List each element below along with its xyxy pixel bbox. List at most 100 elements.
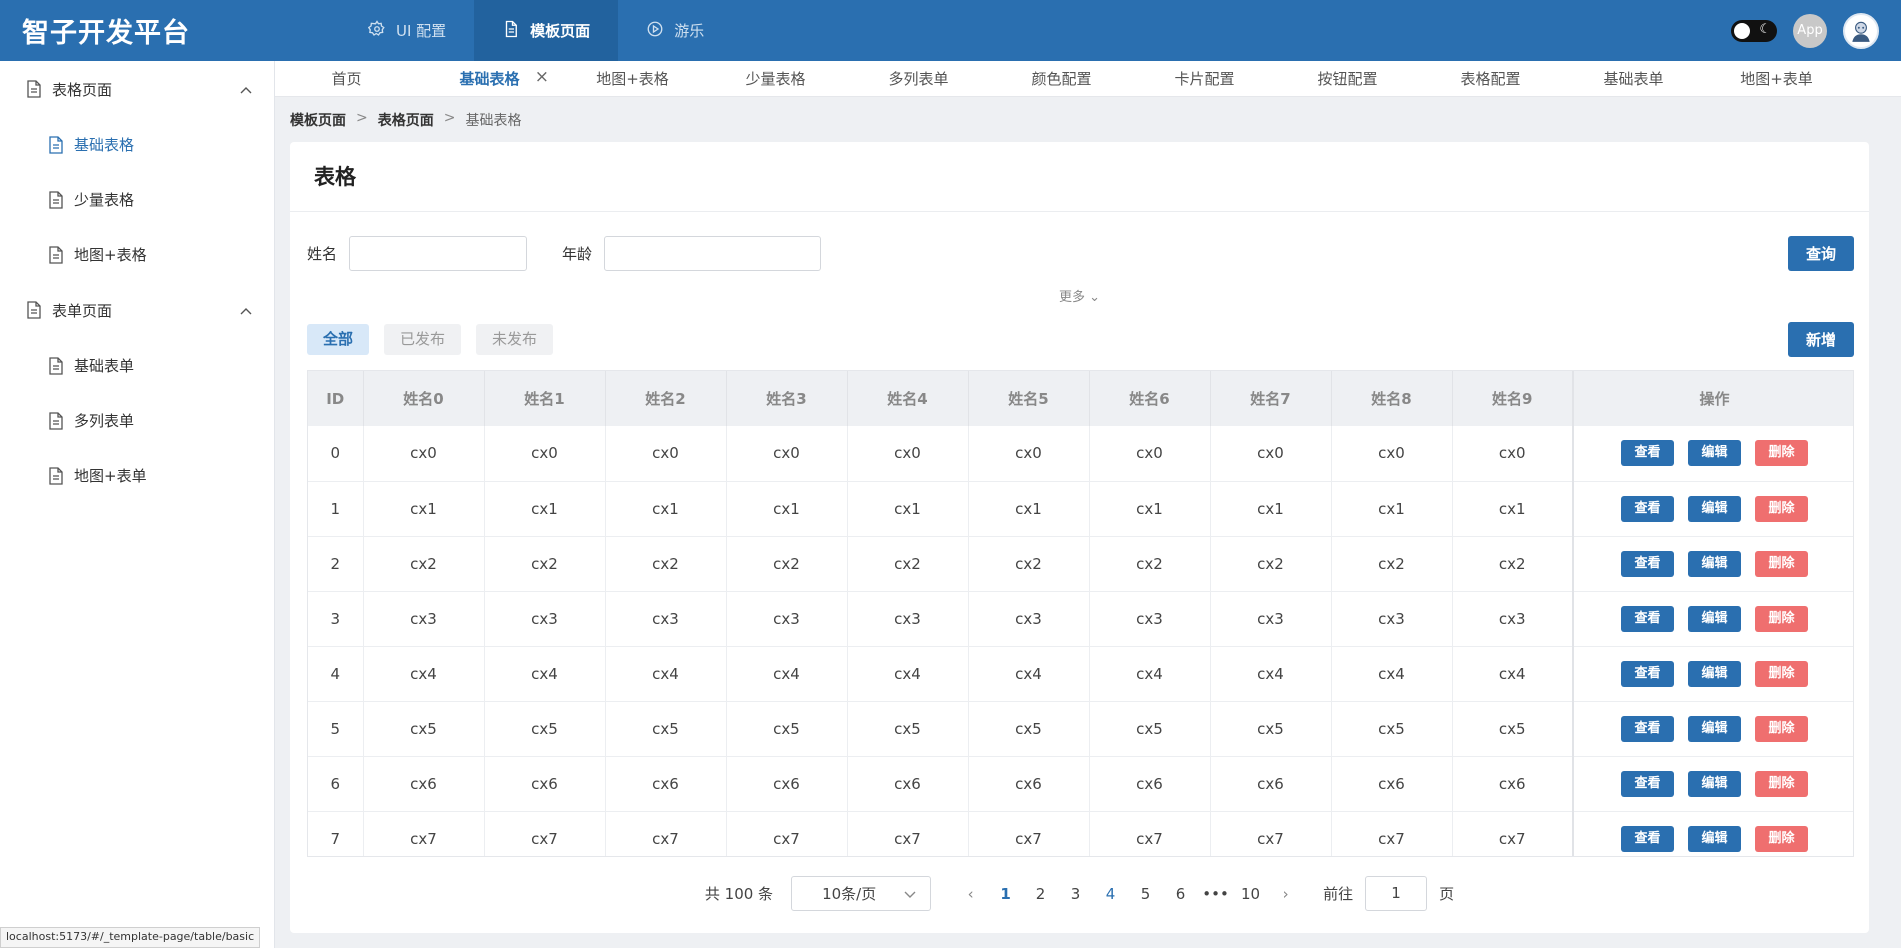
page-number[interactable]: 3 <box>1058 885 1093 903</box>
document-icon <box>49 245 63 264</box>
sidebar-item-small-table[interactable]: 少量表格 <box>0 172 274 227</box>
table-cell: cx2 <box>968 536 1090 592</box>
delete-button[interactable]: 删除 <box>1755 440 1808 467</box>
table-cell: cx3 <box>605 591 727 647</box>
status-chip-all[interactable]: 全部 <box>307 323 370 355</box>
topnav-ui-config[interactable]: UI 配置 <box>340 0 474 61</box>
table-cell: cx5 <box>726 701 848 757</box>
sidebar-item-map-form[interactable]: 地图+表单 <box>0 448 274 503</box>
brand-logo-text[interactable]: 智子开发平台 <box>0 11 340 50</box>
more-filters-toggle[interactable]: 更多 ⌄ <box>290 286 1869 305</box>
query-button[interactable]: 查询 <box>1788 235 1854 271</box>
edit-button[interactable]: 编辑 <box>1688 770 1741 797</box>
close-icon[interactable]: × <box>535 67 549 87</box>
sidebar-item-map-table[interactable]: 地图+表格 <box>0 227 274 282</box>
age-filter-input[interactable] <box>604 235 822 271</box>
delete-button[interactable]: 删除 <box>1755 825 1808 852</box>
delete-button[interactable]: 删除 <box>1755 550 1808 577</box>
breadcrumb-item[interactable]: 模板页面 <box>290 110 346 130</box>
topnav-template-pages[interactable]: 模板页面 <box>474 0 619 61</box>
delete-button[interactable]: 删除 <box>1755 770 1808 797</box>
view-button[interactable]: 查看 <box>1621 440 1674 467</box>
tab-basic-table[interactable]: 基础表格 × <box>418 67 561 89</box>
name-filter-input[interactable] <box>349 235 528 271</box>
page-number[interactable]: 4 <box>1093 885 1128 903</box>
table-row[interactable]: 7 cx7 cx7 cx7 cx7 cx7 cx7 cx7 cx7 cx7 cx7 查看 编辑 删除 <box>308 811 1853 856</box>
row-actions: 查看 编辑 删除 <box>1574 715 1853 742</box>
sidebar-item-basic-table[interactable]: 基础表格 <box>0 117 274 172</box>
view-button[interactable]: 查看 <box>1621 495 1674 522</box>
sidebar-group-forms[interactable]: 表单页面 <box>0 282 274 338</box>
view-button[interactable]: 查看 <box>1621 770 1674 797</box>
table-row[interactable]: 6 cx6 cx6 cx6 cx6 cx6 cx6 cx6 cx6 cx6 cx6 查看 编辑 删除 <box>308 756 1853 812</box>
delete-button[interactable]: 删除 <box>1755 660 1808 687</box>
tab-small-table[interactable]: 少量表格 <box>704 68 847 89</box>
page-size-select[interactable]: 10条/页 <box>791 876 932 911</box>
edit-button[interactable]: 编辑 <box>1688 825 1741 852</box>
avatar[interactable] <box>1843 12 1879 49</box>
sidebar-item-multi-column-form[interactable]: 多列表单 <box>0 393 274 448</box>
page-number[interactable]: 1 <box>988 885 1023 903</box>
page-ellipsis[interactable]: ••• <box>1198 885 1233 903</box>
theme-toggle[interactable]: ☾ <box>1731 19 1777 42</box>
table-row[interactable]: 5 cx5 cx5 cx5 cx5 cx5 cx5 cx5 cx5 cx5 cx5 查看 编辑 删除 <box>308 701 1853 757</box>
view-button[interactable]: 查看 <box>1621 825 1674 852</box>
tab-map-table[interactable]: 地图+表格 <box>561 68 704 89</box>
tab-multi-column-form[interactable]: 多列表单 <box>847 68 990 89</box>
prev-page-button[interactable]: ‹ <box>953 885 988 903</box>
page-number[interactable]: 2 <box>1023 885 1058 903</box>
table-cell: cx6 <box>847 756 969 812</box>
table-cell: cx2 <box>363 536 485 592</box>
id-cell: 0 <box>308 426 364 482</box>
goto-page-input[interactable]: 1 <box>1365 876 1428 911</box>
table-cell: cx3 <box>363 591 485 647</box>
table-cell: cx7 <box>605 811 727 856</box>
status-chip-unpublished[interactable]: 未发布 <box>476 323 554 355</box>
tab-color-config[interactable]: 颜色配置 <box>990 68 1133 89</box>
status-chip-published[interactable]: 已发布 <box>384 323 462 355</box>
tab-table-config[interactable]: 表格配置 <box>1419 68 1562 89</box>
tab-button-config[interactable]: 按钮配置 <box>1276 68 1419 89</box>
chevron-up-icon <box>240 301 252 319</box>
edit-button[interactable]: 编辑 <box>1688 550 1741 577</box>
table-row[interactable]: 0 cx0 cx0 cx0 cx0 cx0 cx0 cx0 cx0 cx0 cx0 查看 编辑 删除 <box>308 426 1853 482</box>
page-number[interactable]: 6 <box>1163 885 1198 903</box>
edit-button[interactable]: 编辑 <box>1688 495 1741 522</box>
view-button[interactable]: 查看 <box>1621 715 1674 742</box>
table-cell: cx7 <box>726 811 848 856</box>
tab-basic-form[interactable]: 基础表单 <box>1562 68 1705 89</box>
view-button[interactable]: 查看 <box>1621 605 1674 632</box>
delete-button[interactable]: 删除 <box>1755 605 1808 632</box>
sidebar-group-label: 表格页面 <box>52 80 113 99</box>
page-number[interactable]: 5 <box>1128 885 1163 903</box>
page-number[interactable]: 10 <box>1233 885 1268 903</box>
edit-button[interactable]: 编辑 <box>1688 660 1741 687</box>
table-cell: cx4 <box>605 646 727 702</box>
tab-map-form[interactable]: 地图+表单 <box>1705 68 1848 89</box>
view-button[interactable]: 查看 <box>1621 660 1674 687</box>
topnav-playground[interactable]: 游乐 <box>618 0 732 61</box>
edit-button[interactable]: 编辑 <box>1688 440 1741 467</box>
app-badge[interactable]: App <box>1793 13 1827 48</box>
delete-button[interactable]: 删除 <box>1755 715 1808 742</box>
tab-card-config[interactable]: 卡片配置 <box>1133 68 1276 89</box>
page-tabs: 首页 基础表格 × 地图+表格 少量表格 多列表单 颜色配置 卡片配置 按钮配置… <box>275 61 1901 97</box>
edit-button[interactable]: 编辑 <box>1688 605 1741 632</box>
table-row[interactable]: 2 cx2 cx2 cx2 cx2 cx2 cx2 cx2 cx2 cx2 cx2 查看 编辑 删除 <box>308 536 1853 592</box>
view-button[interactable]: 查看 <box>1621 550 1674 577</box>
add-button[interactable]: 新增 <box>1788 321 1854 357</box>
sidebar-item-basic-form[interactable]: 基础表单 <box>0 338 274 393</box>
table-cell: cx4 <box>363 646 485 702</box>
tab-label: 基础表格 <box>459 70 520 88</box>
breadcrumb-item[interactable]: 表格页面 <box>378 110 434 130</box>
id-cell: 7 <box>308 811 364 856</box>
next-page-button[interactable]: › <box>1268 885 1303 903</box>
delete-button[interactable]: 删除 <box>1755 495 1808 522</box>
sidebar-group-tables[interactable]: 表格页面 <box>0 61 274 117</box>
table-row[interactable]: 3 cx3 cx3 cx3 cx3 cx3 cx3 cx3 cx3 cx3 cx3 查看 编辑 删除 <box>308 591 1853 647</box>
edit-button[interactable]: 编辑 <box>1688 715 1741 742</box>
table-row[interactable]: 1 cx1 cx1 cx1 cx1 cx1 cx1 cx1 cx1 cx1 cx1 查看 编辑 删除 <box>308 481 1853 537</box>
column-header: 姓名4 <box>847 371 969 426</box>
tab-home[interactable]: 首页 <box>275 68 418 89</box>
table-row[interactable]: 4 cx4 cx4 cx4 cx4 cx4 cx4 cx4 cx4 cx4 cx4 查看 编辑 删除 <box>308 646 1853 702</box>
